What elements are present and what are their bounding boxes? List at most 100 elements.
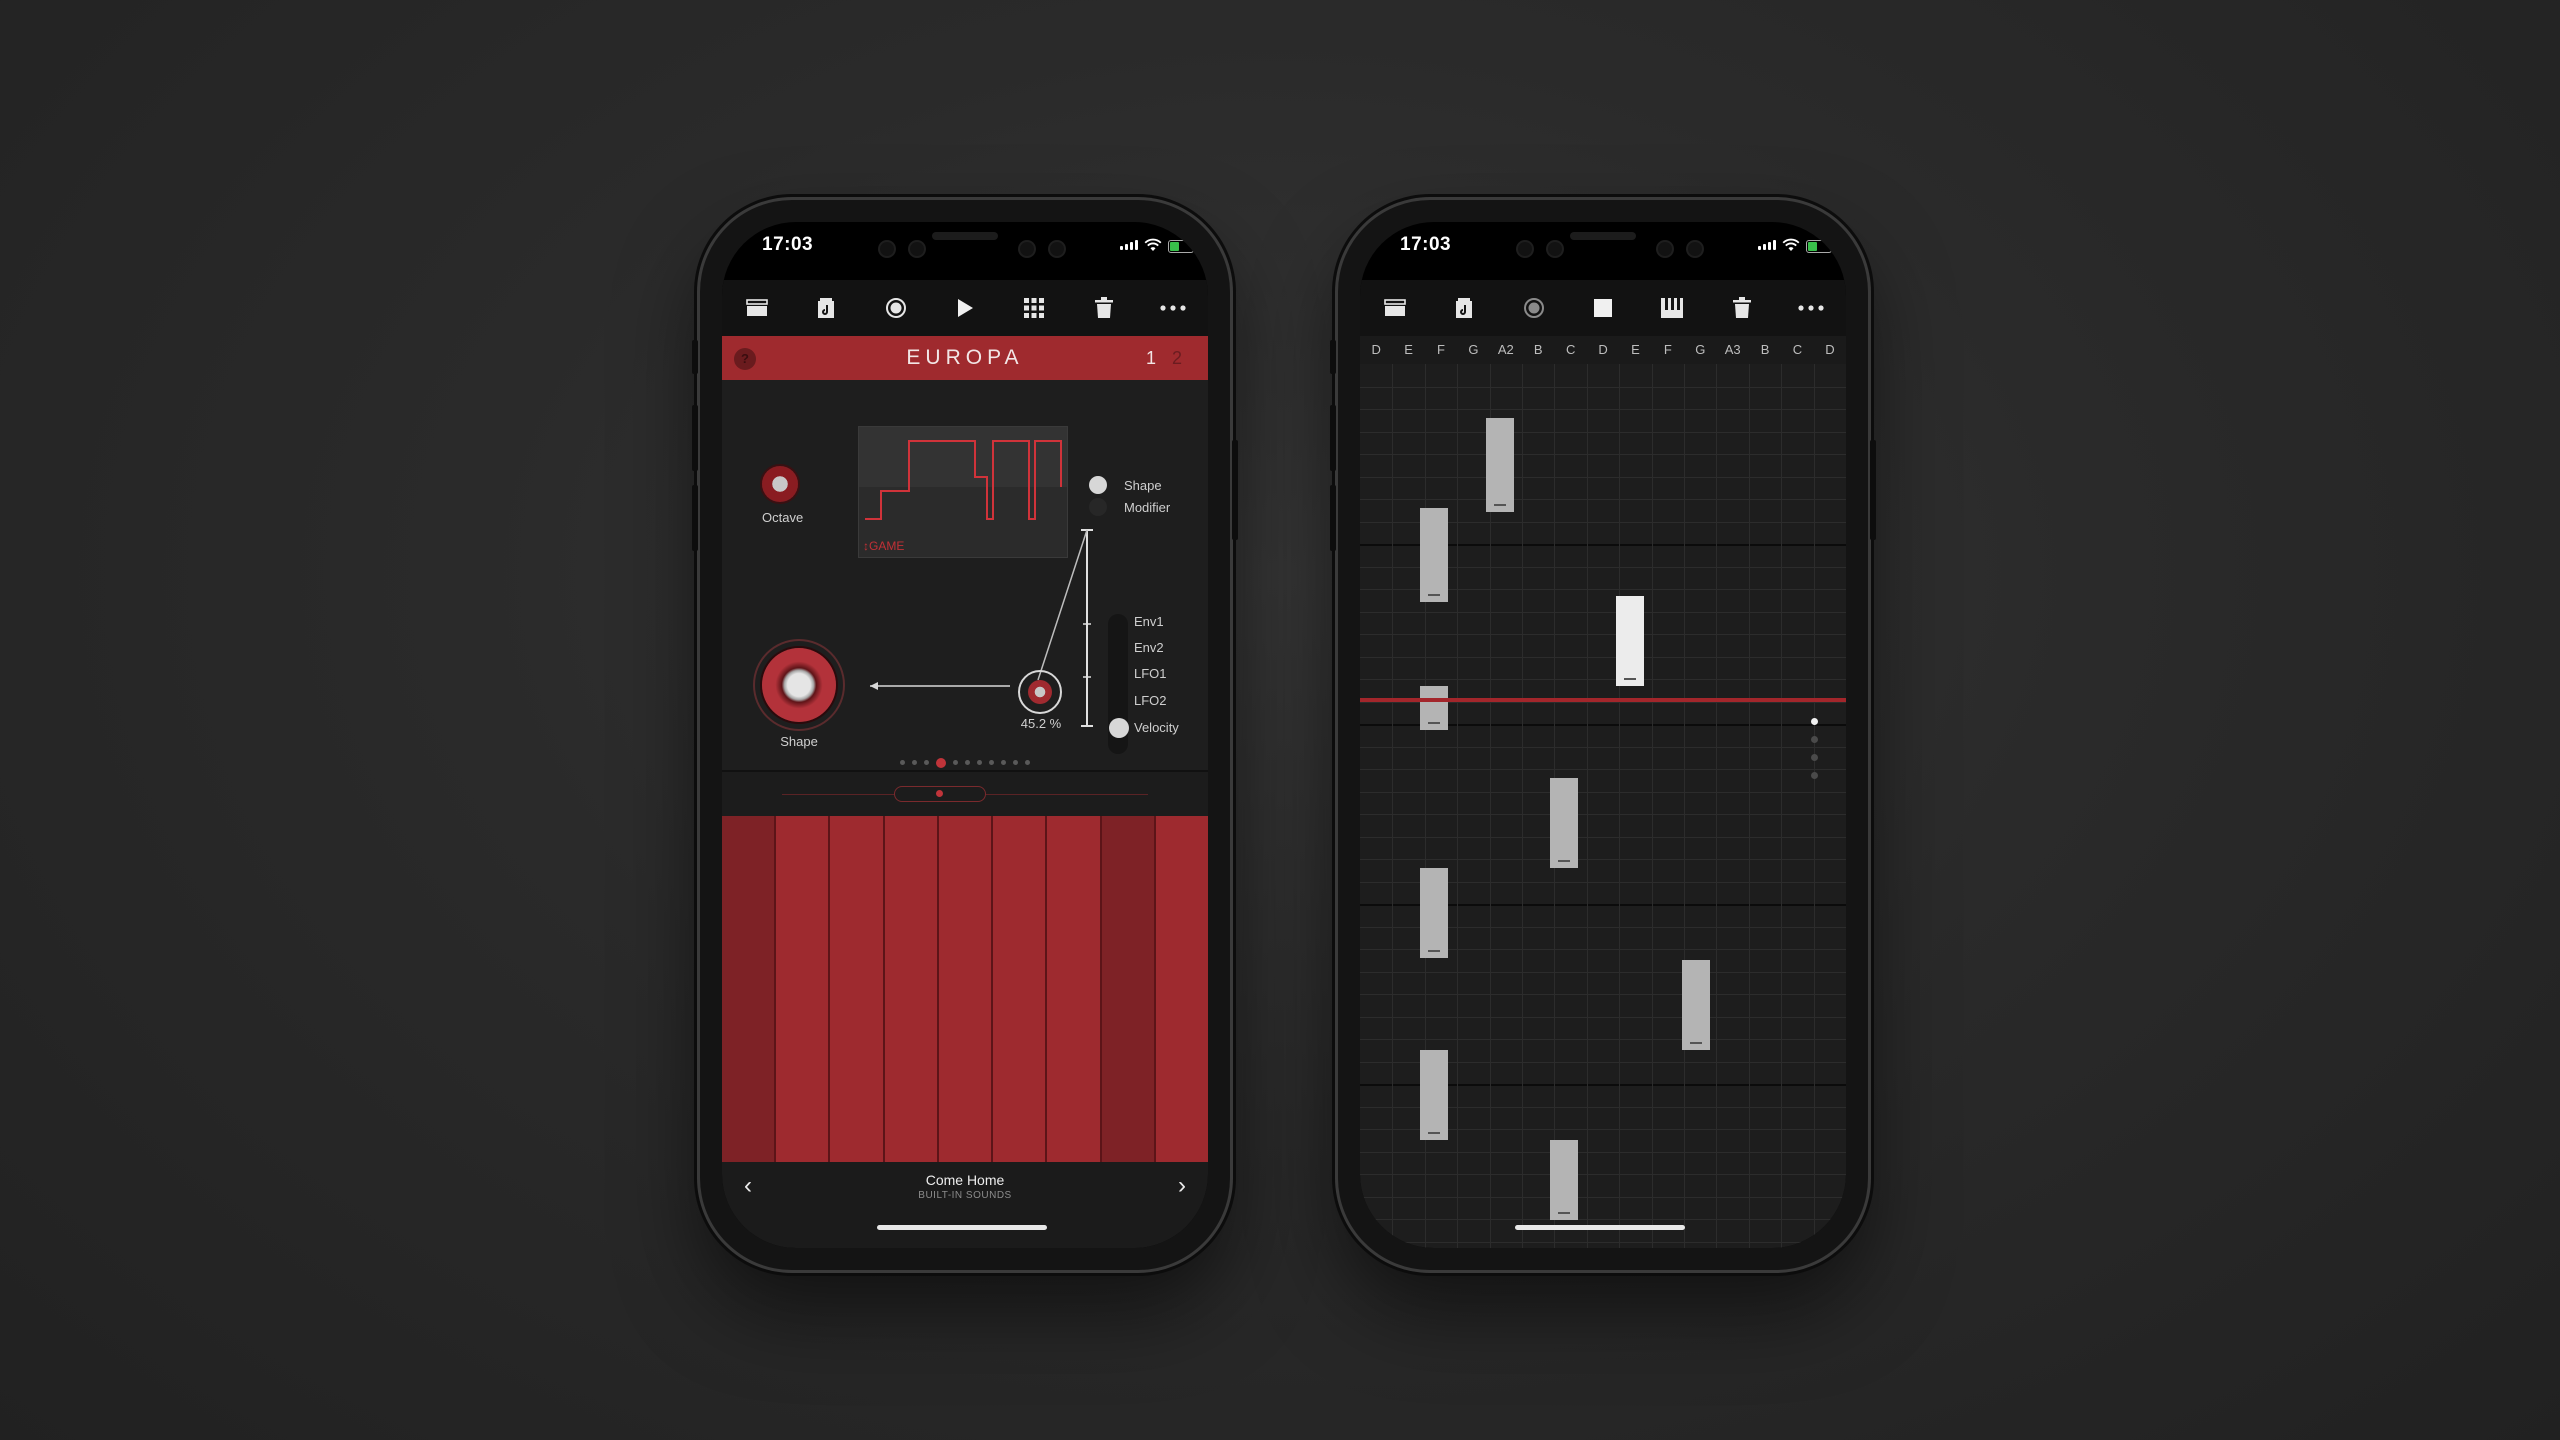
note-step[interactable] [1616,596,1644,686]
note-step[interactable] [1550,778,1578,868]
note-step[interactable] [1420,868,1448,958]
page-indicator[interactable] [1811,718,1818,779]
note-name-label: A2 [1497,342,1514,357]
grid-column-line [1781,364,1783,1248]
grid-icon[interactable] [1018,292,1050,324]
volume-up-button [692,405,698,471]
note-name-label: B [1533,342,1543,357]
note-name-label: D [1598,342,1608,357]
browser-icon[interactable] [741,292,773,324]
note-step[interactable] [1420,686,1448,730]
page-dot[interactable] [912,760,917,765]
screen: 17:03 ? EUROPA 1 2 Octave ↕GAME Shape Mo… [722,222,1208,1248]
grid-row-line [1360,994,1846,995]
grid-column-line [1586,364,1588,1248]
drum-pad[interactable] [1155,816,1208,1162]
stop-icon[interactable] [1587,292,1619,324]
mod-amount-knob[interactable] [1018,670,1062,714]
source-velocity[interactable]: Velocity [1134,720,1179,735]
grid-row-line [1360,1241,1846,1243]
signal-icon [1120,240,1138,250]
page-indicator[interactable] [722,758,1208,768]
page-dot[interactable] [1811,718,1818,725]
grid-row-line [1360,656,1846,658]
note-step[interactable] [1420,508,1448,602]
drum-pad[interactable] [722,816,775,1162]
volume-up-button [1330,405,1336,471]
page-dot[interactable] [965,760,970,765]
page-dot[interactable] [900,760,905,765]
note-name-label: E [1631,342,1640,357]
grid-row-line [1360,1151,1846,1153]
mod-amount-value: 45.2 % [1020,716,1062,731]
note-step[interactable] [1550,1140,1578,1220]
page-dot[interactable] [953,760,958,765]
source-env2[interactable]: Env2 [1134,640,1164,655]
next-sound-button[interactable]: › [1178,1172,1186,1200]
status-time: 17:03 [1400,234,1452,255]
page-2-button[interactable]: 2 [1172,348,1182,369]
play-icon[interactable] [949,292,981,324]
drum-pad[interactable] [830,816,883,1162]
record-icon[interactable] [880,292,912,324]
grid-row-line [1360,859,1846,860]
drum-pad[interactable] [1101,816,1154,1162]
shape-knob[interactable] [762,648,836,722]
source-lfo1[interactable]: LFO1 [1134,666,1167,681]
grid-row-line [1360,409,1846,410]
grid-row-line [1360,1196,1846,1198]
page-dot[interactable] [1811,754,1818,761]
more-icon[interactable] [1795,292,1827,324]
step-sequencer-grid[interactable] [1360,364,1846,1248]
more-icon[interactable] [1157,292,1189,324]
instrument-titlebar: ? EUROPA 1 2 [722,336,1208,380]
page-dot[interactable] [936,758,946,768]
status-bar: 17:03 [1360,222,1846,272]
note-name-label: F [1437,342,1445,357]
page-dot[interactable] [1013,760,1018,765]
velocity-selector[interactable] [1109,718,1129,738]
page-dot[interactable] [1811,772,1818,779]
drum-pad[interactable] [776,816,829,1162]
page-dot[interactable] [977,760,982,765]
home-indicator[interactable] [877,1225,1047,1230]
sound-name: Come Home [925,1172,1005,1188]
record-icon[interactable] [1518,292,1550,324]
page-dot[interactable] [989,760,994,765]
note-name-label: D [1825,342,1835,357]
page-dot[interactable] [924,760,929,765]
drum-pad[interactable] [938,816,992,1162]
trash-icon[interactable] [1088,292,1120,324]
page-dot[interactable] [1001,760,1006,765]
song-icon[interactable] [810,292,842,324]
grid-row-line [1360,476,1846,478]
page-1-button[interactable]: 1 [1146,348,1156,369]
browser-icon[interactable] [1379,292,1411,324]
sound-browser-bar: ‹ Come Home BUILT-IN SOUNDS › [722,1162,1208,1248]
drum-pad[interactable] [884,816,937,1162]
grid-column-line [1619,364,1621,1248]
home-indicator[interactable] [1515,1225,1685,1230]
note-name-label: G [1695,342,1706,357]
note-step[interactable] [1486,418,1514,512]
grid-row-line [1360,746,1846,748]
grid-row-line [1360,634,1846,635]
note-name-label: F [1663,342,1672,357]
split-handle-row [722,770,1208,818]
trash-icon[interactable] [1726,292,1758,324]
song-icon[interactable] [1448,292,1480,324]
note-step[interactable] [1682,960,1710,1050]
keyboard-icon[interactable] [1656,292,1688,324]
note-name-label: A3 [1724,342,1741,357]
page-dot[interactable] [1811,736,1818,743]
source-lfo2[interactable]: LFO2 [1134,693,1167,708]
drum-pad[interactable] [1047,816,1100,1162]
side-button [692,340,698,374]
signal-icon [1758,240,1776,250]
split-handle[interactable] [894,786,986,802]
source-env1[interactable]: Env1 [1134,614,1164,629]
note-step[interactable] [1420,1050,1448,1140]
grid-column-line [1392,364,1394,1248]
page-dot[interactable] [1025,760,1030,765]
drum-pad[interactable] [993,816,1046,1162]
